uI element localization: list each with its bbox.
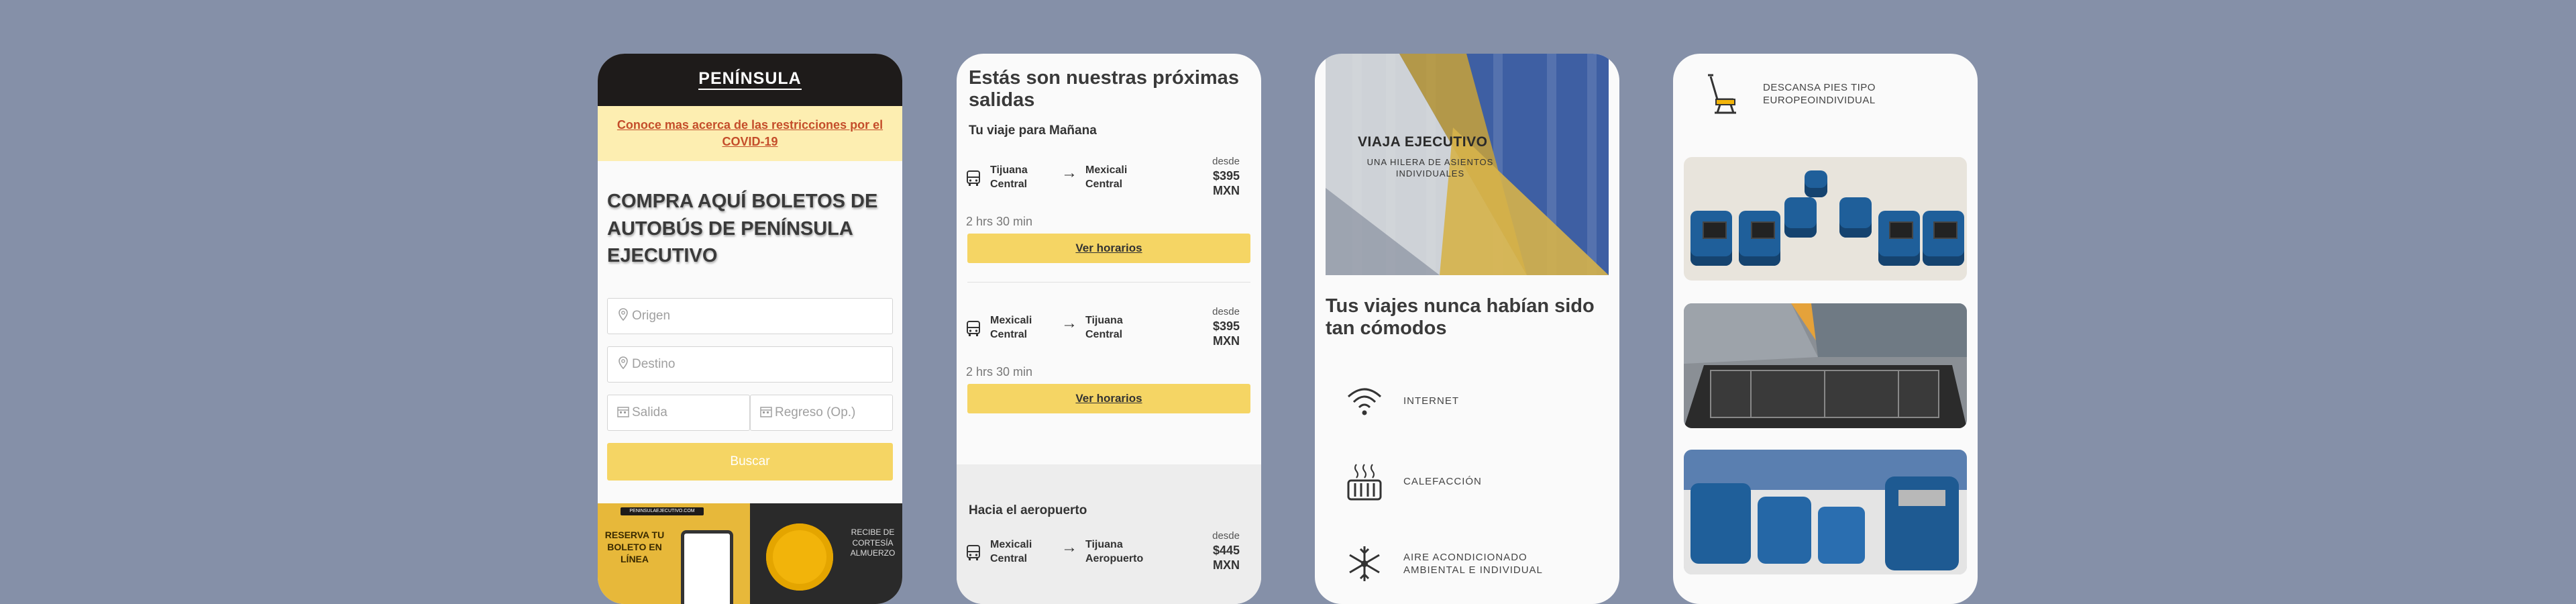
- amenity-internet: INTERNET: [1344, 374, 1599, 428]
- image-title: VIAJA EJECUTIVO: [1358, 134, 1488, 150]
- trip-duration: 2 hrs 30 min: [966, 365, 1033, 379]
- covid-info-link[interactable]: Conoce mas acerca de las restricciones p…: [611, 117, 889, 150]
- header-bar: PENÍNSULA: [598, 54, 902, 106]
- wifi-icon: [1344, 381, 1385, 421]
- divider: [967, 282, 1250, 283]
- amenity-label: CALEFACCIÓN: [1403, 476, 1482, 488]
- luggage-compartment-photo[interactable]: [1684, 303, 1967, 428]
- price-prefix: desde: [1212, 156, 1240, 167]
- snowflake-icon: [1344, 544, 1385, 584]
- price-prefix: desde: [1212, 306, 1240, 317]
- destination-field[interactable]: Destino: [607, 346, 893, 383]
- trip-price: $395 MXN: [1212, 169, 1240, 197]
- arrow-right-icon: →: [1061, 164, 1077, 182]
- seat-icon: [1703, 72, 1740, 115]
- amenity-air-conditioning: AIRE ACONDICIONADO AMBIENTAL E INDIVIDUA…: [1344, 537, 1599, 591]
- location-pin-icon: [614, 356, 632, 373]
- trip-price: $395 MXN: [1212, 319, 1240, 348]
- arrow-right-icon: →: [1061, 538, 1077, 556]
- feature-footrest: DESCANSA PIES TIPO EUROPEOINDIVIDUAL: [1703, 72, 1897, 115]
- trip-destination: Tijuana Aeropuerto: [1085, 539, 1144, 564]
- phone-screen-booking: PENÍNSULA Conoce mas acerca de las restr…: [598, 54, 902, 604]
- image-subtitle: UNA HILERA DE ASIENTOS INDIVIDUALES: [1366, 157, 1494, 179]
- price-prefix: desde: [1212, 530, 1240, 542]
- trip-price: $445 MXN: [1212, 544, 1240, 572]
- amenity-label: INTERNET: [1403, 395, 1459, 407]
- calendar-icon: [757, 405, 775, 421]
- feature-label: DESCANSA PIES TIPO EUROPEOINDIVIDUAL: [1763, 81, 1876, 107]
- destination-placeholder: Destino: [632, 357, 676, 371]
- trip-origin: Mexicali Central: [990, 315, 1032, 340]
- covid-banner: Conoce mas acerca de las restricciones p…: [598, 106, 902, 161]
- promo-banner[interactable]: PENINSULAEJECUTIVO.COM RESERVA TU BOLETO…: [598, 503, 902, 604]
- return-date-field[interactable]: Regreso (Op.): [750, 395, 893, 431]
- seats-photo[interactable]: [1684, 157, 1967, 281]
- promo-left-text: RESERVA TU BOLETO EN LÍNEA: [604, 530, 665, 565]
- promo-right-text: RECIBE DE CORTESÍA ALMUERZO: [850, 527, 896, 558]
- heater-icon: [1344, 462, 1385, 502]
- amenity-label: AIRE ACONDICIONADO AMBIENTAL E INDIVIDUA…: [1403, 551, 1543, 576]
- trip-destination: Tijuana Central: [1085, 315, 1123, 340]
- section-airport-label: Hacia el aeropuerto: [969, 503, 1087, 517]
- page-title: COMPRA AQUÍ BOLETOS DE AUTOBÚS DE PENÍNS…: [607, 191, 878, 267]
- return-placeholder: Regreso (Op.): [775, 405, 856, 419]
- phone-screen-amenities: VIAJA EJECUTIVO UNA HILERA DE ASIENTOS I…: [1315, 54, 1619, 604]
- arrow-right-icon: →: [1061, 314, 1077, 332]
- section-tomorrow-label: Tu viaje para Mañana: [969, 123, 1097, 138]
- trip-destination: Mexicali Central: [1085, 164, 1128, 190]
- promo-dark-panel: RECIBE DE CORTESÍA ALMUERZO: [750, 503, 902, 604]
- view-schedules-button[interactable]: Ver horarios: [967, 234, 1250, 263]
- promo-phone-illustration: [681, 530, 733, 604]
- trip-card: Tijuana Central → Mexicali Central desde…: [966, 156, 1250, 230]
- brand-logo[interactable]: PENÍNSULA: [698, 70, 802, 90]
- phone-screen-departures: Estás son nuestras próximas salidas Tu v…: [957, 54, 1261, 604]
- bus-icon: [966, 321, 981, 341]
- trip-card: Mexicali Central → Tijuana Central desde…: [966, 306, 1250, 380]
- promo-yellow-panel: PENINSULAEJECUTIVO.COM RESERVA TU BOLETO…: [598, 503, 750, 604]
- airport-section: Hacia el aeropuerto Mexicali Central → T…: [957, 464, 1261, 604]
- bus-icon: [966, 170, 981, 191]
- origin-field[interactable]: Origen: [607, 298, 893, 334]
- phone-screen-gallery: DESCANSA PIES TIPO EUROPEOINDIVIDUAL: [1673, 54, 1978, 604]
- depart-date-field[interactable]: Salida: [607, 395, 750, 431]
- amenity-heating: CALEFACCIÓN: [1344, 455, 1599, 509]
- depart-placeholder: Salida: [632, 405, 667, 419]
- promo-tag: PENINSULAEJECUTIVO.COM: [621, 507, 704, 515]
- departures-heading: Estás son nuestras próximas salidas: [969, 67, 1239, 111]
- origin-placeholder: Origen: [632, 309, 671, 323]
- executive-bus-photo: VIAJA EJECUTIVO UNA HILERA DE ASIENTOS I…: [1326, 54, 1609, 275]
- plate-illustration: [766, 523, 833, 591]
- location-pin-icon: [614, 307, 632, 325]
- bus-icon: [966, 545, 981, 565]
- calendar-icon: [614, 405, 632, 421]
- trip-origin: Mexicali Central: [990, 539, 1032, 564]
- trip-origin: Tijuana Central: [990, 164, 1028, 190]
- trip-card: Mexicali Central → Tijuana Aeropuerto de…: [966, 530, 1250, 604]
- search-button[interactable]: Buscar: [607, 443, 893, 481]
- view-schedules-button[interactable]: Ver horarios: [967, 384, 1250, 413]
- trip-duration: 2 hrs 30 min: [966, 215, 1033, 228]
- comfort-heading: Tus viajes nunca habían sido tan cómodos: [1326, 295, 1595, 340]
- reclining-seats-photo[interactable]: [1684, 450, 1967, 574]
